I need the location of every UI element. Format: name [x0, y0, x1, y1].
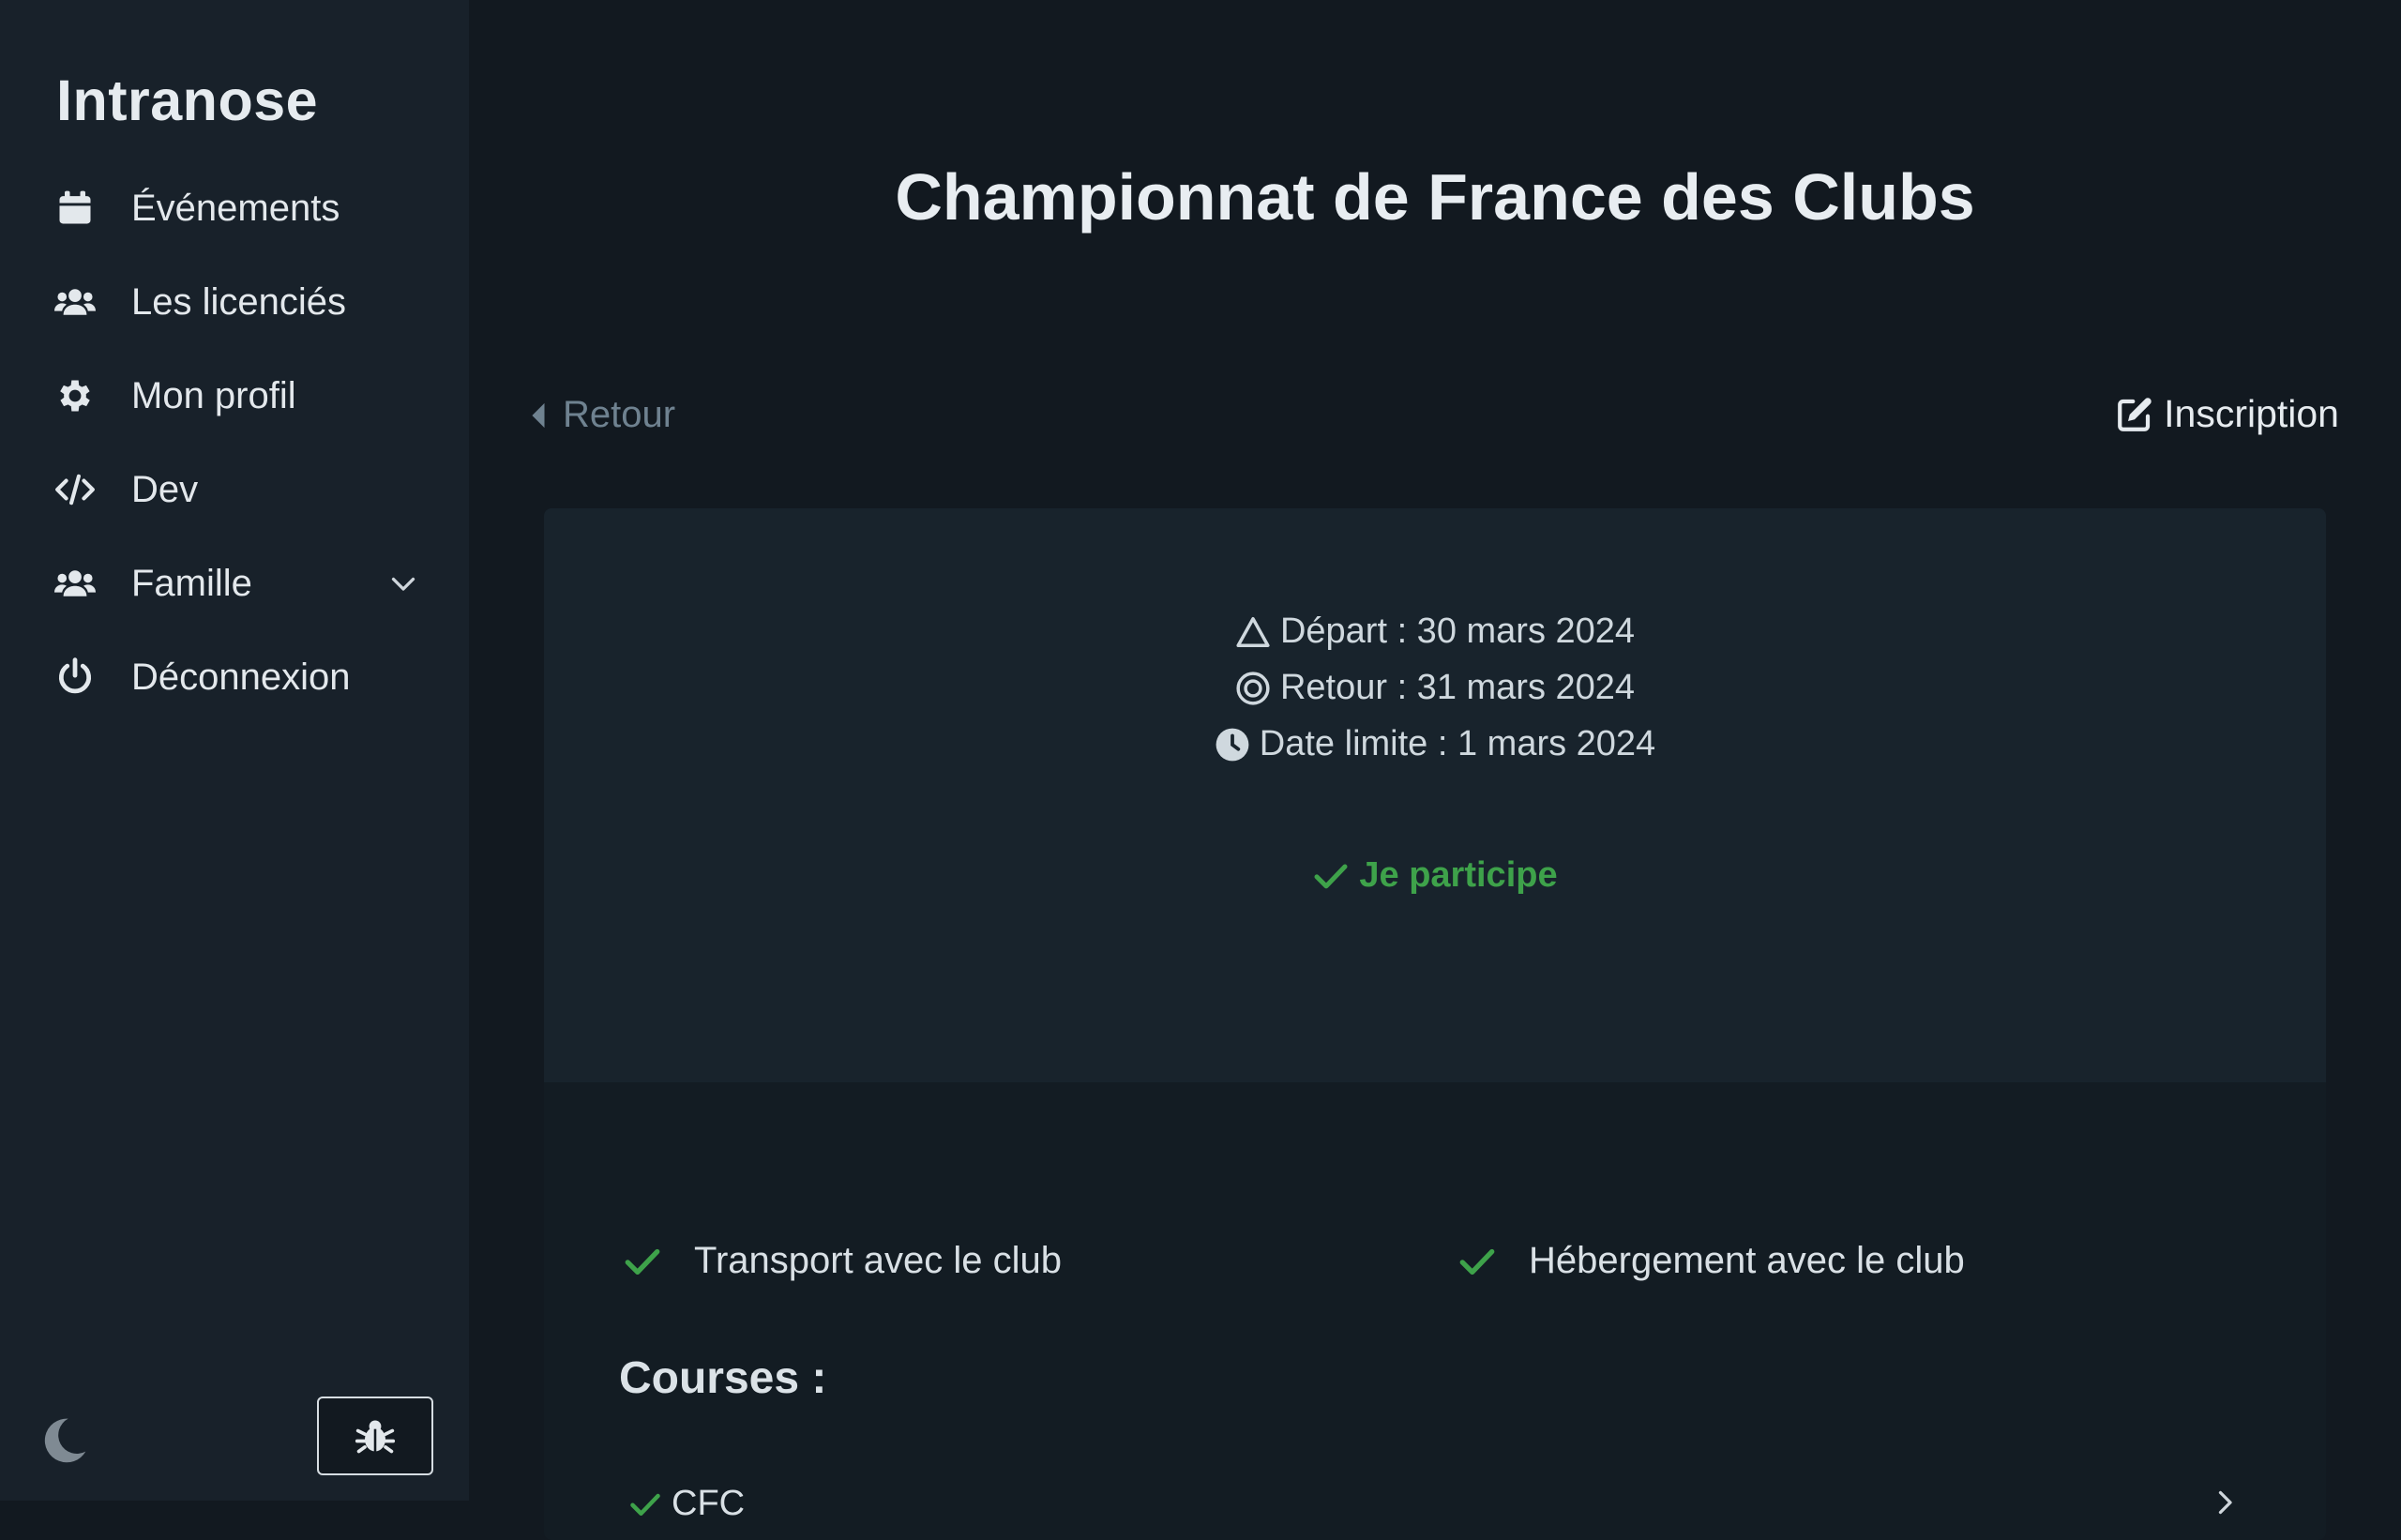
depart-line: Départ : 30 mars 2024: [544, 611, 2326, 652]
signup-button[interactable]: Inscription: [2115, 392, 2339, 436]
sidebar-item-label: Déconnexion: [131, 656, 351, 698]
sidebar-item-licencies[interactable]: Les licenciés: [54, 269, 420, 335]
deadline-line: Date limite : 1 mars 2024: [544, 724, 2326, 764]
participation-status: Je participe: [544, 855, 2326, 896]
signup-label: Inscription: [2164, 392, 2339, 435]
back-link[interactable]: Retour: [527, 394, 675, 436]
course-item[interactable]: CFC: [628, 1484, 745, 1524]
courses-title: Courses :: [619, 1353, 827, 1403]
clock-icon: [1216, 728, 1249, 761]
sidebar-item-evenements[interactable]: Événements: [54, 175, 420, 241]
option-label: Hébergement avec le club: [1529, 1240, 1965, 1281]
deadline-text: Date limite : 1 mars 2024: [1259, 724, 1656, 763]
option-transport: Transport avec le club: [623, 1240, 1062, 1282]
users-icon: [54, 278, 103, 326]
course-label: CFC: [672, 1484, 746, 1523]
retour-text: Retour : 31 mars 2024: [1279, 668, 1636, 707]
sidebar-item-deconnexion[interactable]: Déconnexion: [54, 644, 420, 710]
depart-text: Départ : 30 mars 2024: [1279, 611, 1636, 651]
caret-left-icon: [532, 402, 545, 428]
option-hebergement: Hébergement avec le club: [1457, 1240, 1965, 1282]
calendar-icon: [54, 184, 103, 233]
triangle-icon: [1236, 616, 1270, 647]
sidebar-item-label: Mon profil: [131, 374, 296, 416]
sidebar: Intranose Événements Les licenciés Mon p…: [0, 0, 469, 1501]
status-text: Je participe: [1359, 855, 1558, 895]
sidebar-item-mon-profil[interactable]: Mon profil: [54, 363, 420, 429]
code-icon: [54, 465, 103, 514]
event-card: Départ : 30 mars 2024 Retour : 31 mars 2…: [544, 508, 2326, 1540]
retour-line: Retour : 31 mars 2024: [544, 668, 2326, 708]
edit-icon: [2118, 397, 2152, 431]
back-label: Retour: [563, 394, 676, 435]
sidebar-item-label: Dev: [131, 468, 199, 510]
sidebar-item-famille[interactable]: Famille: [54, 551, 420, 616]
check-icon: [1314, 864, 1348, 888]
app-title[interactable]: Intranose: [56, 68, 318, 133]
check-icon: [625, 1248, 660, 1275]
chevron-down-icon[interactable]: [386, 566, 420, 600]
option-label: Transport avec le club: [694, 1240, 1063, 1281]
check-icon: [630, 1493, 660, 1516]
check-icon: [1459, 1248, 1495, 1275]
bug-icon: [355, 1420, 396, 1454]
bug-report-button[interactable]: [317, 1397, 433, 1475]
moon-icon[interactable]: [38, 1414, 90, 1467]
page-title: Championnat de France des Clubs: [895, 160, 1975, 234]
sidebar-item-label: Les licenciés: [131, 280, 347, 323]
power-icon: [54, 653, 103, 702]
users-icon: [54, 559, 103, 608]
sidebar-item-label: Événements: [131, 187, 340, 229]
event-summary: Départ : 30 mars 2024 Retour : 31 mars 2…: [544, 508, 2326, 1082]
target-icon: [1236, 671, 1270, 705]
chevron-right-icon[interactable]: [2208, 1484, 2242, 1521]
sidebar-item-dev[interactable]: Dev: [54, 457, 420, 522]
sidebar-item-label: Famille: [131, 562, 252, 604]
gear-icon: [54, 371, 103, 420]
